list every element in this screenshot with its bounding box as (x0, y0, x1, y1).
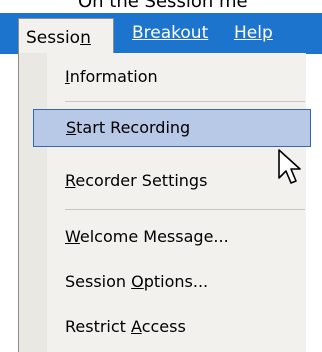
menu-help-mnemonic: H (234, 23, 247, 43)
menu-help-label: elp (246, 23, 273, 43)
menu-item-label: elcome Message... (79, 227, 229, 246)
menu-item-start-recording[interactable]: Start Recording (33, 109, 311, 147)
menu-item-mnemonic: S (66, 118, 77, 137)
menu-item-mnemonic: O (131, 272, 144, 291)
menu-item-mnemonic: R (65, 171, 76, 190)
instruction-text: On the Session me (78, 0, 248, 12)
menu-item-session-options[interactable]: Session Options... (47, 263, 306, 301)
menu-item-prefix: Session (65, 272, 132, 291)
menu-separator (65, 101, 305, 102)
menu-item-restrict-access[interactable]: Restrict Access (47, 308, 306, 346)
session-dropdown-menu: Information Start Recording Recorder Set… (18, 53, 311, 352)
menu-session-mnemonic: n (80, 28, 91, 48)
menu-item-mnemonic: A (131, 317, 142, 336)
menu-separator (65, 209, 305, 210)
menu-icon-strip (19, 53, 47, 352)
menu-bar: Session Breakout Help (0, 13, 322, 67)
menu-item-welcome-message[interactable]: Welcome Message... (47, 218, 306, 256)
menu-item-label: ecorder Settings (75, 171, 208, 190)
menu-item-mnemonic: W (65, 227, 80, 246)
menu-help[interactable]: Help (234, 13, 273, 54)
menu-item-label: tart Recording (76, 118, 191, 137)
arrow-pointer-icon (278, 149, 301, 184)
menu-breakout-label: reakout (143, 23, 209, 43)
menu-item-label: ccess (141, 317, 186, 336)
menu-breakout[interactable]: Breakout (132, 13, 208, 54)
menu-item-label: ptions... (143, 272, 209, 291)
menu-item-label: nformation (69, 67, 158, 86)
menu-item-prefix: Restrict (65, 317, 132, 336)
screenshot-root: On the Session me Session Breakout Help … (0, 0, 322, 352)
menu-item-information[interactable]: Information (47, 58, 306, 96)
menu-breakout-mnemonic: B (132, 23, 144, 43)
menu-session-label: Sessio (26, 28, 81, 48)
menu-item-recorder-settings[interactable]: Recorder Settings (47, 162, 306, 200)
